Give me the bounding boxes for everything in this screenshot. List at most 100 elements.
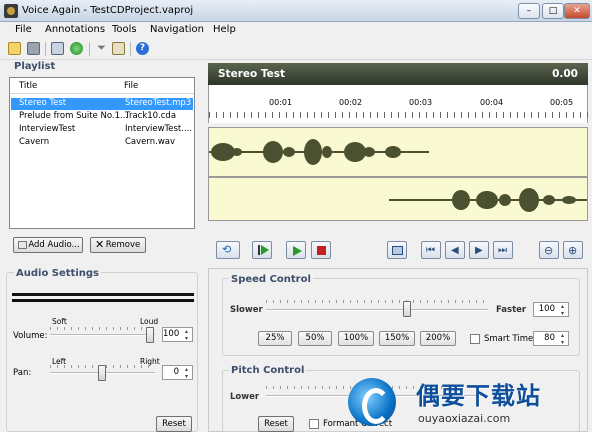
edit-icon[interactable] (112, 42, 125, 55)
volume-slider[interactable] (50, 334, 155, 336)
loop-button[interactable]: ⟲ (216, 241, 240, 259)
playlist-header: Title File (10, 78, 194, 94)
playlist-table[interactable]: Title File Stereo Test StereoTest.mp3 Pr… (9, 77, 195, 229)
preset-25-button[interactable]: 25% (258, 331, 292, 346)
row-file: Cavern.wav (125, 137, 176, 147)
watermark-logo-icon (348, 378, 396, 426)
column-file[interactable]: File (124, 81, 138, 91)
speed-control-title: Speed Control (229, 274, 313, 285)
slower-label: Slower (230, 305, 263, 315)
close-button[interactable]: ✕ (564, 3, 590, 19)
goto-end-button[interactable]: ⏭ (493, 241, 513, 259)
volume-input[interactable]: 100 (162, 327, 193, 342)
speed-slider[interactable] (266, 309, 488, 311)
step-forward-button[interactable]: ▶ (469, 241, 489, 259)
play-icon (293, 246, 302, 256)
menu-help[interactable]: Help (213, 24, 236, 35)
play-region-icon (261, 245, 269, 255)
timeline-ruler[interactable]: 00:01 00:02 00:03 00:04 00:05 (208, 85, 589, 123)
audio-settings-group (6, 272, 198, 432)
loop-icon: ⟲ (222, 243, 232, 256)
row-title: Cavern (19, 137, 50, 147)
stop-button[interactable] (311, 241, 331, 259)
speed-input[interactable]: 100 (533, 302, 569, 317)
annotation-button[interactable] (387, 241, 407, 259)
ruler-label: 00:04 (480, 98, 504, 107)
toolbar-separator (45, 42, 46, 56)
playlist-row[interactable]: Stereo Test StereoTest.mp3 (11, 98, 193, 110)
save-icon[interactable] (27, 42, 40, 55)
smart-time-checkbox[interactable] (470, 334, 480, 344)
refresh-icon[interactable] (70, 42, 83, 55)
waveform-lane-left[interactable] (208, 127, 588, 177)
row-file: InterviewTest.... (125, 124, 193, 134)
track-name: Stereo Test (218, 68, 286, 80)
zoom-out-button[interactable]: ⊖ (539, 241, 559, 259)
waveform-lane-right[interactable] (208, 177, 588, 221)
zoom-in-button[interactable]: ⊕ (563, 241, 583, 259)
playlist-row[interactable]: Cavern Cavern.wav (11, 137, 193, 149)
faster-label: Faster (496, 305, 527, 315)
watermark: 偶要下载站 ouyaoxiazai.com (338, 376, 592, 432)
watermark-text: 偶要下载站 (416, 382, 541, 410)
preset-200-button[interactable]: 200% (420, 331, 456, 346)
row-file: Track10.cda (125, 111, 177, 121)
loud-label: Loud (140, 317, 159, 326)
play-button[interactable] (286, 241, 306, 259)
remove-button[interactable]: ✕ Remove (90, 237, 146, 253)
formant-correct-checkbox[interactable] (309, 419, 319, 429)
smart-time-label: Smart Time: (484, 334, 537, 344)
app-icon (4, 4, 18, 18)
pitch-reset-button[interactable]: Reset (258, 416, 294, 432)
waveform-left (209, 139, 429, 165)
preset-100-button[interactable]: 100% (338, 331, 374, 346)
window-title: Voice Again - TestCDProject.vaproj (22, 5, 194, 16)
annotation-icon (392, 246, 403, 255)
ruler-label: 00:01 (269, 98, 293, 107)
row-title: Stereo Test (19, 98, 67, 108)
maximize-button[interactable]: □ (542, 3, 564, 19)
transport-bar: ⟲ ⏮ ◀ ▶ ⏭ ⊖ ⊕ (208, 236, 588, 264)
audio-settings-title: Audio Settings (14, 268, 101, 279)
menu-tools[interactable]: Tools (112, 24, 137, 35)
stop-icon (317, 246, 326, 255)
properties-icon[interactable] (51, 42, 64, 55)
audio-reset-button[interactable]: Reset (156, 416, 192, 432)
play-region-button[interactable] (252, 241, 272, 259)
level-meter-left (12, 293, 194, 296)
row-title: Prelude from Suite No.1... (19, 111, 129, 121)
step-back-icon: ◀ (451, 245, 459, 256)
add-audio-button[interactable]: Add Audio... (13, 237, 83, 253)
playlist-row[interactable]: Prelude from Suite No.1... Track10.cda (11, 111, 193, 123)
pan-input[interactable]: 0 (162, 365, 193, 380)
pan-label: Pan: (13, 368, 32, 378)
speed-thumb[interactable] (403, 301, 411, 317)
track-time: 0.00 (552, 68, 578, 80)
help-icon[interactable]: ? (136, 42, 149, 55)
column-title[interactable]: Title (19, 81, 37, 91)
title-bar: Voice Again - TestCDProject.vaproj – □ ✕ (0, 0, 592, 22)
row-file: StereoTest.mp3 (125, 98, 192, 108)
new-icon[interactable] (8, 42, 21, 55)
preset-150-button[interactable]: 150% (379, 331, 415, 346)
volume-label: Volume: (13, 331, 48, 341)
playlist-row[interactable]: InterviewTest InterviewTest.... (11, 124, 193, 136)
filter-icon[interactable]: ⏷ (95, 42, 108, 55)
preset-50-button[interactable]: 50% (298, 331, 332, 346)
menu-file[interactable]: File (15, 24, 32, 35)
minimize-button[interactable]: – (518, 3, 540, 19)
pitch-control-title: Pitch Control (229, 365, 307, 376)
step-back-button[interactable]: ◀ (445, 241, 465, 259)
menu-annotations[interactable]: Annotations (45, 24, 105, 35)
menu-navigation[interactable]: Navigation (150, 24, 204, 35)
ruler-label: 00:03 (409, 98, 433, 107)
goto-start-button[interactable]: ⏮ (421, 241, 441, 259)
smart-time-input[interactable]: 80 (533, 331, 569, 346)
volume-thumb[interactable] (146, 327, 154, 343)
remove-icon: ✕ (95, 238, 105, 251)
zoom-in-icon: ⊕ (568, 244, 578, 257)
goto-start-icon: ⏮ (426, 245, 435, 256)
ruler-label: 00:05 (550, 98, 574, 107)
pan-thumb[interactable] (98, 365, 106, 381)
playlist-title: Playlist (14, 61, 56, 72)
